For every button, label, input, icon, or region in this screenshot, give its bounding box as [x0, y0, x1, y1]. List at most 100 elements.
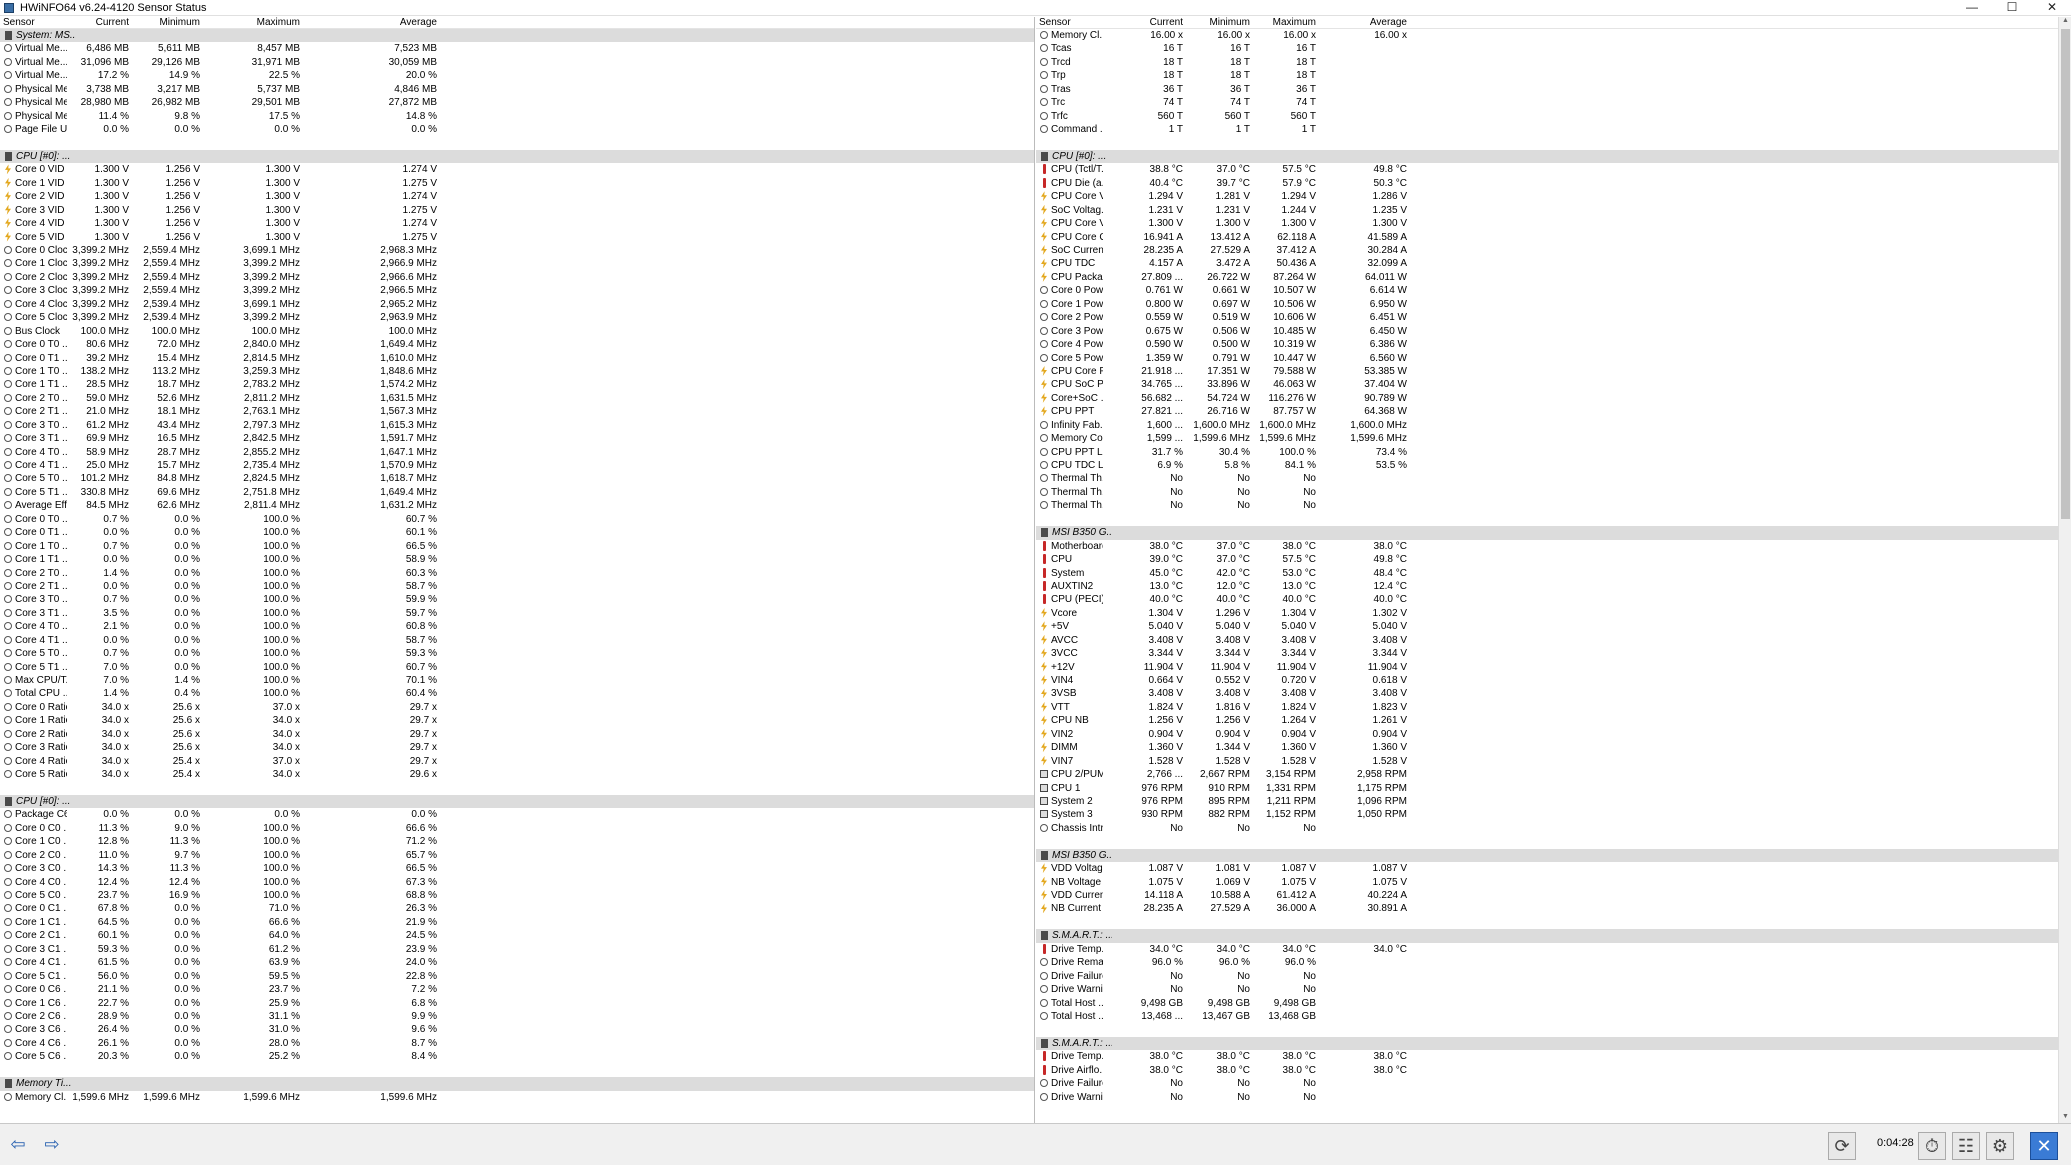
sensor-row[interactable]: CPU Packag... 27.809 ... 26.722 W 87.264 W 6… [1036, 271, 2058, 284]
sensor-row[interactable]: Physical Me... 28,980 MB 26,982 MB 29,501 M… [0, 96, 1034, 109]
sensor-row[interactable]: Total CPU ... 1.4 % 0.4 % 100.0 % 60.4 % [0, 687, 1034, 700]
sensor-row[interactable]: Core 3 T0 ... 61.2 MHz 43.4 MHz 2,797.3 MHz… [0, 419, 1034, 432]
sensor-row[interactable]: Command ... 1 T 1 T 1 T [1036, 123, 2058, 136]
sensor-row[interactable]: Core 2 T1 ... 21.0 MHz 18.1 MHz 2,763.1 MHz… [0, 405, 1034, 418]
sensor-row[interactable]: CPU 2/PUM... 2,766 ... 2,667 RPM 3,154 RPM 2… [1036, 768, 2058, 781]
sensor-row[interactable]: Core 3 Pow... 0.675 W 0.506 W 10.485 W 6.450… [1036, 325, 2058, 338]
sensor-row[interactable]: Core 4 Ratio 34.0 x 25.4 x 37.0 x 29.7 x [0, 755, 1034, 768]
sensor-row[interactable]: Virtual Me... 31,096 MB 29,126 MB 31,971 MB… [0, 56, 1034, 69]
sensor-row[interactable]: Core 0 T1 ... 0.0 % 0.0 % 100.0 % 60.1 % [0, 526, 1034, 539]
maximize-button[interactable]: ☐ [1992, 0, 2032, 16]
sensor-row[interactable]: CPU PPT Li... 31.7 % 30.4 % 100.0 % 73.4 % [1036, 446, 2058, 459]
sensor-row[interactable]: Total Host ... 9,498 GB 9,498 GB 9,498 GB [1036, 997, 2058, 1010]
sensor-group-header[interactable]: S.M.A.R.T.: ... [1036, 929, 2058, 943]
sensor-row[interactable]: Core 2 C1 ... 60.1 % 0.0 % 64.0 % 24.5 % [0, 929, 1034, 942]
sensor-row[interactable]: Core 4 T1 ... 0.0 % 0.0 % 100.0 % 58.7 % [0, 634, 1034, 647]
sensor-row[interactable]: Core 2 T0 ... 59.0 MHz 52.6 MHz 2,811.2 MHz… [0, 392, 1034, 405]
header-maximum[interactable]: Maximum [257, 18, 300, 28]
sensor-group-header[interactable]: S.M.A.R.T.: ... [1036, 1036, 2058, 1051]
sensor-row[interactable]: Core 4 C1 ... 61.5 % 0.0 % 63.9 % 24.0 % [0, 956, 1034, 969]
sensor-row[interactable]: Drive Warni... No No No [1036, 983, 2058, 996]
clock-icon[interactable]: ⏱ [1918, 1132, 1946, 1160]
sensor-row[interactable]: AUXTIN2 13.0 °C 12.0 °C 13.0 °C 12.4 °C [1036, 580, 2058, 593]
sensor-row[interactable]: Core 4 Clock 3,399.2 MHz 2,539.4 MHz 3,699.… [0, 298, 1034, 311]
sensor-row[interactable]: Core 5 T0 ... 0.7 % 0.0 % 100.0 % 59.3 % [0, 647, 1034, 660]
navigate-forward-icon[interactable]: ⇨ [38, 1134, 66, 1154]
sensor-row[interactable]: CPU 1 976 RPM 910 RPM 1,331 RPM 1,175 RPM [1036, 782, 2058, 795]
sensor-row[interactable]: Core 0 Clock 3,399.2 MHz 2,559.4 MHz 3,699.… [0, 244, 1034, 257]
sensor-row[interactable]: Core 2 Ratio 34.0 x 25.6 x 34.0 x 29.7 x [0, 728, 1034, 741]
sensor-group-header[interactable]: CPU [#0]: ... [1036, 149, 2058, 164]
sensor-row[interactable]: CPU SoC P... 34.765 ... 33.896 W 46.063 W 37… [1036, 378, 2058, 391]
sensor-row[interactable]: CPU TDC 4.157 A 3.472 A 50.436 A 32.099 A [1036, 257, 2058, 270]
sensor-row[interactable]: Core 2 T1 ... 0.0 % 0.0 % 100.0 % 58.7 % [0, 580, 1034, 593]
header-average[interactable]: Average [1370, 18, 1407, 28]
sensor-row[interactable]: Core 5 Pow... 1.359 W 0.791 W 10.447 W 6.560… [1036, 352, 2058, 365]
navigate-back-icon[interactable]: ⇦ [4, 1134, 32, 1154]
sensor-row[interactable]: CPU 39.0 °C 37.0 °C 57.5 °C 49.8 °C [1036, 553, 2058, 566]
sensor-row[interactable]: CPU NB 1.256 V 1.256 V 1.264 V 1.261 V [1036, 714, 2058, 727]
sensor-row[interactable]: System 3 930 RPM 882 RPM 1,152 RPM 1,050 RPM [1036, 808, 2058, 821]
sensor-row[interactable]: CPU PPT 27.821 ... 26.716 W 87.757 W 64.368 … [1036, 405, 2058, 418]
sensor-row[interactable]: NB Voltage 1.075 V 1.069 V 1.075 V 1.075 V [1036, 876, 2058, 889]
sensor-row[interactable]: Core 4 T0 ... 58.9 MHz 28.7 MHz 2,855.2 MHz… [0, 446, 1034, 459]
sensor-row[interactable]: CPU (Tctl/T... 38.8 °C 37.0 °C 57.5 °C 49.8 … [1036, 163, 2058, 176]
sensor-row[interactable]: Drive Warni... No No No [1036, 1091, 2058, 1104]
sensor-row[interactable]: Core 4 T0 ... 2.1 % 0.0 % 100.0 % 60.8 % [0, 620, 1034, 633]
sensor-row[interactable]: Trc 74 T 74 T 74 T [1036, 96, 2058, 109]
sensor-row[interactable]: Core 3 T0 ... 0.7 % 0.0 % 100.0 % 59.9 % [0, 593, 1034, 606]
sensor-row[interactable]: Core 3 VID 1.300 V 1.256 V 1.300 V 1.275 V [0, 204, 1034, 217]
sensor-row[interactable]: Trfc 560 T 560 T 560 T [1036, 110, 2058, 123]
header-sensor[interactable]: Sensor [1039, 18, 1071, 28]
sensor-row[interactable]: CPU Core V... 1.294 V 1.281 V 1.294 V 1.286 … [1036, 190, 2058, 203]
sensor-row[interactable]: Physical Me... 11.4 % 9.8 % 17.5 % 14.8 % [0, 110, 1034, 123]
close-sensors-icon[interactable]: ✕ [2030, 1132, 2058, 1160]
sensor-row[interactable]: Drive Airflo... 38.0 °C 38.0 °C 38.0 °C 38.0… [1036, 1064, 2058, 1077]
sensor-row[interactable]: CPU Core P... 21.918 ... 17.351 W 79.588 W 5… [1036, 365, 2058, 378]
sensor-table-right[interactable]: Sensor Current Minimum Maximum Average M… [1036, 17, 2058, 1123]
sensor-row[interactable]: Core 2 Clock 3,399.2 MHz 2,559.4 MHz 3,399.… [0, 271, 1034, 284]
sensor-row[interactable]: Infinity Fab... 1,600 ... 1,600.0 MHz 1,600… [1036, 419, 2058, 432]
scroll-up-arrow-icon[interactable]: ▲ [2059, 17, 2071, 27]
sensor-row[interactable]: Drive Failure No No No [1036, 1077, 2058, 1090]
sensor-row[interactable]: Core 0 C6 ... 21.1 % 0.0 % 23.7 % 7.2 % [0, 983, 1034, 996]
sensor-row[interactable]: Package C6... 0.0 % 0.0 % 0.0 % 0.0 % [0, 808, 1034, 821]
minimize-button[interactable]: — [1952, 0, 1992, 16]
sensor-group-header[interactable]: CPU [#0]: ... [0, 149, 1034, 164]
sensor-row[interactable]: +12V 11.904 V 11.904 V 11.904 V 11.904 V [1036, 661, 2058, 674]
sensor-row[interactable]: Max CPU/T... 7.0 % 1.4 % 100.0 % 70.1 % [0, 674, 1034, 687]
sensor-row[interactable]: Core 1 Clock 3,399.2 MHz 2,559.4 MHz 3,399.… [0, 257, 1034, 270]
sensor-row[interactable]: Core 1 C6 ... 22.7 % 0.0 % 25.9 % 6.8 % [0, 997, 1034, 1010]
sensor-row[interactable]: Core 2 T0 ... 1.4 % 0.0 % 100.0 % 60.3 % [0, 567, 1034, 580]
sensor-row[interactable]: Core 0 T0 ... 80.6 MHz 72.0 MHz 2,840.0 MHz… [0, 338, 1034, 351]
header-current[interactable]: Current [1150, 18, 1183, 28]
sensor-row[interactable]: 3VCC 3.344 V 3.344 V 3.344 V 3.344 V [1036, 647, 2058, 660]
sensor-row[interactable]: Core 2 Pow... 0.559 W 0.519 W 10.606 W 6.451… [1036, 311, 2058, 324]
sensor-row[interactable]: Core 3 Ratio 34.0 x 25.6 x 34.0 x 29.7 x [0, 741, 1034, 754]
sensor-row[interactable]: CPU (PECI) 40.0 °C 40.0 °C 40.0 °C 40.0 °C [1036, 593, 2058, 606]
sensor-row[interactable]: Total Host ... 13,468 ... 13,467 GB 13,468 … [1036, 1010, 2058, 1023]
sensor-row[interactable]: Drive Temp... 34.0 °C 34.0 °C 34.0 °C 34.0 °… [1036, 943, 2058, 956]
sensor-row[interactable]: AVCC 3.408 V 3.408 V 3.408 V 3.408 V [1036, 634, 2058, 647]
header-minimum[interactable]: Minimum [1209, 18, 1250, 28]
sensor-row[interactable]: Core 3 C6 ... 26.4 % 0.0 % 31.0 % 9.6 % [0, 1023, 1034, 1036]
sensor-row[interactable]: Core 5 T1 ... 330.8 MHz 69.6 MHz 2,751.8 MH… [0, 486, 1034, 499]
close-button[interactable]: ✕ [2032, 0, 2071, 16]
sensor-row[interactable]: SoC Voltag... 1.231 V 1.231 V 1.244 V 1.235 … [1036, 204, 2058, 217]
column-header[interactable]: Sensor Current Minimum Maximum Average [1036, 17, 2058, 29]
sensor-row[interactable]: VDD Voltage 1.087 V 1.081 V 1.087 V 1.087 V [1036, 862, 2058, 875]
sensor-row[interactable]: Motherboard 38.0 °C 37.0 °C 38.0 °C 38.0 °C [1036, 540, 2058, 553]
sensor-row[interactable]: CPU Core C... 16.941 A 13.412 A 62.118 A 41.… [1036, 231, 2058, 244]
sensor-row[interactable]: Core 0 T0 ... 0.7 % 0.0 % 100.0 % 60.7 % [0, 513, 1034, 526]
sensor-row[interactable]: Thermal Th... No No No [1036, 472, 2058, 485]
sensor-row[interactable]: Trp 18 T 18 T 18 T [1036, 69, 2058, 82]
sensor-row[interactable]: Core 2 VID 1.300 V 1.256 V 1.300 V 1.274 V [0, 190, 1034, 203]
sensor-row[interactable]: Core 5 T0 ... 101.2 MHz 84.8 MHz 2,824.5 MH… [0, 472, 1034, 485]
sensor-row[interactable]: Memory Co... 1,599 ... 1,599.6 MHz 1,599.6 … [1036, 432, 2058, 445]
sensor-row[interactable]: Core 4 T1 ... 25.0 MHz 15.7 MHz 2,735.4 MHz… [0, 459, 1034, 472]
sensor-row[interactable]: Core 2 C6 ... 28.9 % 0.0 % 31.1 % 9.9 % [0, 1010, 1034, 1023]
sensor-row[interactable]: SoC Curren... 28.235 A 27.529 A 37.412 A 30.… [1036, 244, 2058, 257]
sensor-group-header[interactable]: MSI B350 G... [1036, 848, 2058, 863]
logging-icon[interactable]: ☷ [1952, 1132, 1980, 1160]
sensor-row[interactable]: System 2 976 RPM 895 RPM 1,211 RPM 1,096 RPM [1036, 795, 2058, 808]
